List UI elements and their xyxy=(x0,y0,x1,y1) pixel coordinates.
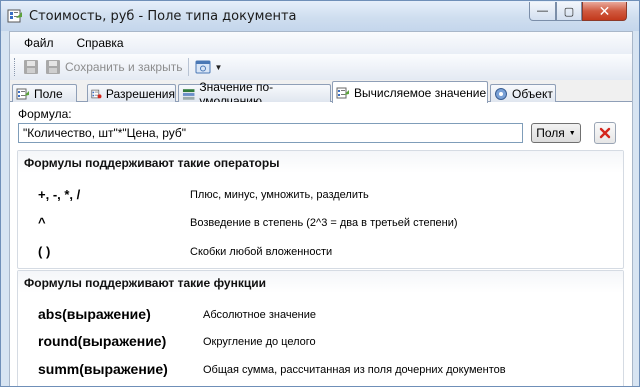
window-title: Стоимость, руб - Поле типа документа xyxy=(29,9,297,24)
operator-code: ( ) xyxy=(38,244,51,259)
formula-input[interactable] xyxy=(18,123,523,143)
function-code: abs(выражение) xyxy=(38,306,151,322)
menu-file[interactable]: Файл xyxy=(10,36,63,50)
minimize-icon: — xyxy=(537,5,548,17)
calculated-value-page: Формула: Поля ▼ Формулы поддерживают так… xyxy=(10,102,632,386)
tab-default-value[interactable]: Значение по-умолчанию xyxy=(178,80,331,108)
save-disk-icon[interactable] xyxy=(23,59,39,75)
clear-formula-button[interactable] xyxy=(594,122,616,144)
toolbar-dropdown-button[interactable]: ▼ xyxy=(195,59,222,75)
tab-field-label: Поле xyxy=(34,86,63,101)
save-and-close-button[interactable]: Сохранить и закрыть xyxy=(43,59,182,75)
formula-label: Формула: xyxy=(18,107,72,121)
tab-strip: Поле Разрешения Значение по-умолчанию Вы… xyxy=(10,80,632,108)
toolbar: Сохранить и закрыть ▼ xyxy=(10,54,632,80)
operator-row: ^ Возведение в степень (2^3 = два в трет… xyxy=(18,215,623,235)
menu-bar: Файл Справка xyxy=(10,32,632,54)
save-and-close-label: Сохранить и закрыть xyxy=(65,60,183,74)
function-desc: Округление до целого xyxy=(203,336,316,348)
tab-object-label: Объект xyxy=(512,86,553,101)
menu-help[interactable]: Справка xyxy=(63,36,133,50)
save-close-icon xyxy=(46,60,60,74)
maximize-button[interactable]: ▢ xyxy=(556,2,582,21)
default-value-icon xyxy=(182,88,195,100)
function-desc: Абсолютное значение xyxy=(203,309,317,321)
function-code: round(выражение) xyxy=(38,333,167,349)
tab-permissions-label: Разрешения xyxy=(105,86,175,101)
operator-row: +, -, *, / Плюс, минус, умножить, раздел… xyxy=(18,187,623,207)
function-desc: Общая сумма, рассчитанная из поля дочерн… xyxy=(203,364,506,376)
title-bar[interactable]: Стоимость, руб - Поле типа документа — ▢… xyxy=(1,1,639,31)
tab-calculated-value[interactable]: Вычисляемое значение xyxy=(332,81,488,103)
client-area: Файл Справка Сохранить и закрыть ▼ Поле … xyxy=(9,31,633,386)
operators-section: Формулы поддерживают такие операторы +, … xyxy=(17,150,624,269)
toolbar-separator xyxy=(188,58,190,76)
close-button[interactable]: ✕ xyxy=(582,2,627,21)
permissions-icon xyxy=(91,89,102,98)
operator-code: +, -, *, / xyxy=(38,187,81,202)
minimize-button[interactable]: — xyxy=(529,2,556,21)
function-row: abs(выражение) Абсолютное значение xyxy=(18,306,623,326)
operator-row: ( ) Скобки любой вложенности xyxy=(18,244,623,264)
window-options-icon xyxy=(195,60,211,74)
operator-desc: Скобки любой вложенности xyxy=(190,246,333,258)
chevron-down-icon: ▼ xyxy=(214,62,223,72)
operator-desc: Возведение в степень (2^3 = два в третье… xyxy=(190,217,458,229)
object-icon xyxy=(495,87,507,100)
functions-section: Формулы поддерживают такие функции abs(в… xyxy=(17,270,624,386)
function-row: summ(выражение) Общая сумма, рассчитанна… xyxy=(18,361,623,381)
chevron-down-icon: ▼ xyxy=(568,129,576,137)
toolbar-grip[interactable] xyxy=(14,58,17,76)
app-icon xyxy=(7,9,22,23)
field-icon xyxy=(16,88,29,99)
functions-title: Формулы поддерживают такие функции xyxy=(18,271,623,293)
close-icon: ✕ xyxy=(598,2,611,19)
function-row: round(выражение) Округление до целого xyxy=(18,333,623,353)
tab-object[interactable]: Объект xyxy=(490,84,556,102)
function-code: summ(выражение) xyxy=(38,361,168,377)
tab-calculated-value-label: Вычисляемое значение xyxy=(354,85,487,100)
app-window: Стоимость, руб - Поле типа документа — ▢… xyxy=(0,0,640,387)
maximize-icon: ▢ xyxy=(563,5,575,18)
tab-permissions[interactable]: Разрешения xyxy=(87,84,176,102)
operator-desc: Плюс, минус, умножить, разделить xyxy=(190,189,369,201)
delete-x-icon xyxy=(599,127,611,139)
operators-title: Формулы поддерживают такие операторы xyxy=(18,151,623,173)
calculated-value-icon xyxy=(336,87,349,98)
fields-dropdown-button[interactable]: Поля ▼ xyxy=(531,123,581,143)
operator-code: ^ xyxy=(38,215,46,230)
fields-button-label: Поля xyxy=(536,126,565,140)
tab-field[interactable]: Поле xyxy=(12,84,77,102)
